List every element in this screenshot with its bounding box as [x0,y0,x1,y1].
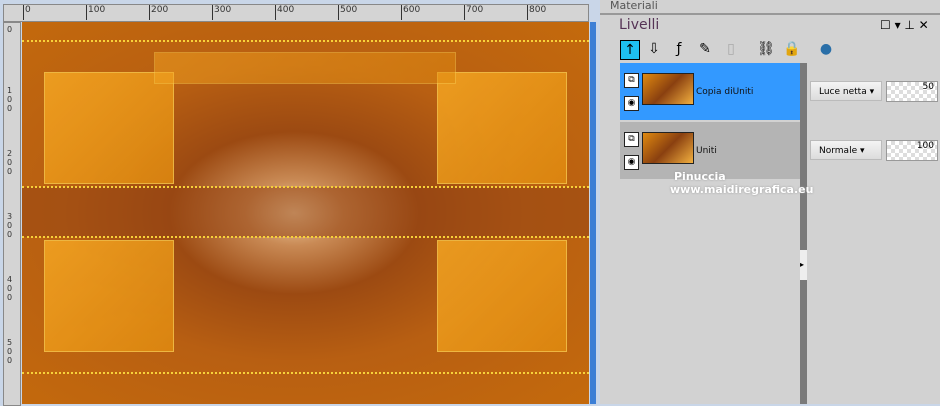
gold-panel [44,72,174,184]
layer-group-icon[interactable]: ⧉ [624,73,639,88]
blend-mode-dropdown[interactable]: Luce netta ▾ [810,81,882,101]
dotted-line [22,186,589,190]
layer-thumbnail [642,73,694,105]
ruler-label: 300 [7,212,13,239]
mask-icon[interactable]: ▯ [722,40,740,58]
ruler-label: 500 [338,5,357,20]
blend-mode-value: Luce netta [819,87,867,97]
layer-name: Uniti [696,146,717,156]
layer-thumbnail [642,132,694,164]
opacity-slider[interactable]: 50 [886,81,938,102]
layer-group-icon[interactable]: ⧉ [624,132,639,147]
ruler-label: 100 [7,86,13,113]
ruler-label: 0 [23,5,31,20]
layers-panel: Materiali Livelli ☐ ▾ ⊥ ✕ ↑ ⇩ ƒ ✎ ▯ ⛓ 🔒 … [600,0,940,404]
merge-icon[interactable]: ● [817,40,835,58]
image-canvas[interactable] [22,22,589,404]
ruler-label: 300 [212,5,231,20]
center-band [22,187,589,237]
opacity-value: 100 [916,141,934,151]
opacity-value: 50 [922,82,934,92]
panel-splitter[interactable] [800,63,807,404]
ruler-label: 100 [86,5,105,20]
gold-panel [437,240,567,352]
horizontal-ruler: 0 100 200 300 400 500 600 700 800 [3,4,589,22]
lock-icon[interactable]: 🔒 [783,40,801,58]
ruler-label: 700 [464,5,483,20]
ruler-label: 200 [149,5,168,20]
opacity-slider[interactable]: 100 [886,140,938,161]
ruler-label: 400 [275,5,294,20]
window-controls[interactable]: ☐ ▾ ⊥ ✕ [880,18,929,32]
layer-name: Copia diUniti [696,87,754,97]
vertical-ruler: 0 100 200 300 400 500 [3,22,21,406]
dotted-line [22,40,589,44]
move-down-icon[interactable]: ⇩ [645,40,663,58]
materials-title: Materiali [610,0,658,12]
gold-panel [154,52,456,84]
ruler-label: 800 [527,5,546,20]
blend-mode-dropdown[interactable]: Normale ▾ [810,140,882,160]
panel-title: Livelli [619,17,660,33]
ruler-label: 600 [401,5,420,20]
ruler-label: 200 [7,149,13,176]
blend-mode-value: Normale [819,146,858,156]
new-layer-icon[interactable]: ƒ [670,40,688,58]
gold-panel [44,240,174,352]
eye-icon[interactable]: ◉ [624,155,639,170]
ruler-label: 400 [7,275,13,302]
watermark: Pinuccia www.maidiregrafica.eu [670,170,814,196]
splitter-arrow-icon[interactable]: ▸ [800,250,807,280]
link-icon[interactable]: ⛓ [757,40,775,58]
move-up-icon[interactable]: ↑ [620,40,640,60]
paint-layer-icon[interactable]: ✎ [696,40,714,58]
gold-panel [437,72,567,184]
ruler-label: 0 [7,25,13,34]
ruler-label: 500 [7,338,13,365]
layer-row[interactable]: ⧉ ◉ Copia diUniti [620,63,802,120]
dotted-line [22,372,589,376]
dotted-line [22,236,589,240]
eye-icon[interactable]: ◉ [624,96,639,111]
vertical-scrollbar[interactable] [590,22,596,404]
